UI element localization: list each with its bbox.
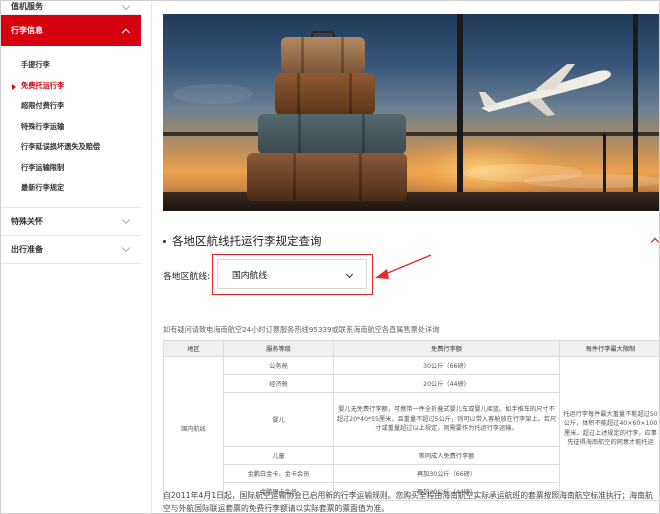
suitcase-strap [298,114,301,154]
table-cell-level: 儿童 [223,446,334,465]
sidebar-item-special[interactable]: 特殊行李运输 [1,117,141,138]
sidebar-item-delay-damage[interactable]: 行李延误损坏遗失及赔偿 [1,137,141,158]
sidebar-submenu: 手提行李 免费托运行李 超限付费行李 特殊行李运输 行李延误损坏遗失及赔偿 行李… [1,46,141,208]
suitcase [275,73,375,115]
section-title: 各地区航线托运行李规定查询 [163,233,322,249]
bullet-icon [163,239,166,243]
sidebar-section-baggage[interactable]: 行李信息 [1,15,141,46]
suitcase-strap [341,37,344,73]
suitcase-strap [293,153,296,201]
airplane-icon [479,64,611,116]
page-frame: 值机服务 行李信息 手提行李 免费托运行李 超限付费行李 特殊行李运输 行李延误… [0,0,660,514]
sidebar-section-travel-prep[interactable]: 出行准备 [1,236,141,264]
chevron-up-icon [121,28,131,37]
chevron-down-icon [121,243,131,253]
route-select-value: 国内航线 [232,270,268,281]
suitcase [247,153,407,201]
sidebar-section-label: 值机服务 [11,2,43,11]
sidebar-section-label: 行李信息 [11,26,43,35]
sidebar-section-label: 特殊关怀 [11,216,43,226]
infant-allowance-text: 婴儿无免费行李额，可携带一件全折叠式婴儿车或婴儿摇篮。如手推车的尺寸不超过20*… [336,406,557,433]
chevron-down-icon [345,270,354,279]
table-row: 国内航线 公务舱 30公斤（66磅） 托运行李每件最大重量不能超过50公斤，体积… [163,356,659,501]
sidebar-divider [151,1,152,513]
table-cell-allowance: 婴儿无免费行李额，可携带一件全折叠式婴儿车或婴儿摇篮。如手推车的尺寸不超过20*… [333,392,560,447]
suitcase-strap [301,37,304,73]
window-mullion [633,14,638,211]
table-cell-level: 金鹏白金卡、金卡会员 [223,464,334,483]
table-cell-allowance: 再加30公斤（66磅） [333,464,560,483]
table-cell-region: 国内航线 [163,356,224,501]
sidebar-item-carry-on[interactable]: 手提行李 [1,55,141,76]
cloud [173,84,253,104]
table-cell-max-limit: 托运行李每件最大重量不能超过50公斤，体积不能超过40×60×100厘米。超过上… [559,356,659,501]
cloud [523,174,659,188]
suitcase [281,31,365,73]
table-cell-allowance: 30公斤（66磅） [333,356,560,375]
window-mullion [457,14,463,211]
baggage-rules-table: 地区 服务等级 免费行李额 每件行李最大限制 国内航线 公务舱 30公斤（66磅… [163,340,659,501]
table-cell-level: 经济舱 [223,374,334,393]
table-header-row: 地区 服务等级 免费行李额 每件行李最大限制 [163,340,659,357]
sidebar-item-restrictions[interactable]: 行李运输限制 [1,158,141,179]
table-header: 免费行李额 [333,340,560,357]
footer-paragraph: 自2011年4月1日起，国际航空运输协会已启用新的行李运输规则。您购买全程由海南… [163,491,653,513]
table-header: 地区 [163,340,224,357]
table-cell-level: 公务舱 [223,356,334,375]
chevron-down-icon [121,1,131,11]
table-cell-allowance: 等同成人免费行李额 [333,446,560,465]
collapse-up-icon[interactable] [650,237,659,247]
sidebar: 值机服务 行李信息 手提行李 免费托运行李 超限付费行李 特殊行李运输 行李延误… [1,1,141,513]
suitcase-strap [362,114,365,154]
suitcase-strap [359,153,362,201]
table-header: 每件行李最大限制 [559,340,659,357]
sidebar-section-checkin[interactable]: 值机服务 [1,1,141,15]
suitcase-strap [349,73,352,115]
suitcase [258,114,406,154]
contact-note: 如有疑问请致电海南航空24小时订票服务热线95339或联系海南航空各直属售票处详… [163,325,440,334]
sidebar-item-excess[interactable]: 超限付费行李 [1,96,141,117]
window-transom [163,132,659,136]
suitcase-handle [311,31,335,37]
chevron-down-icon [121,215,131,225]
floor [163,192,659,211]
sidebar-item-latest-rules[interactable]: 最新行李规定 [1,178,141,199]
suitcase-strap [297,73,300,115]
sidebar-item-free-checked[interactable]: 免费托运行李 [1,76,141,97]
route-label: 各地区航线: [163,272,210,282]
table-cell-allowance: 20公斤（44磅） [333,374,560,393]
section-title-text: 各地区航线托运行李规定查询 [172,234,322,248]
table-cell-level: 婴儿 [223,392,334,447]
annotation-arrow-icon [375,254,432,279]
sidebar-section-special-care[interactable]: 特殊关怀 [1,208,141,236]
max-limit-text: 托运行李每件最大重量不能超过50公斤，体积不能超过40×60×100厘米。超过上… [563,410,658,447]
route-select[interactable]: 国内航线 [217,259,367,289]
sidebar-section-label: 出行准备 [11,244,43,254]
table-header: 服务等级 [223,340,334,357]
hero-banner-image [163,14,659,211]
